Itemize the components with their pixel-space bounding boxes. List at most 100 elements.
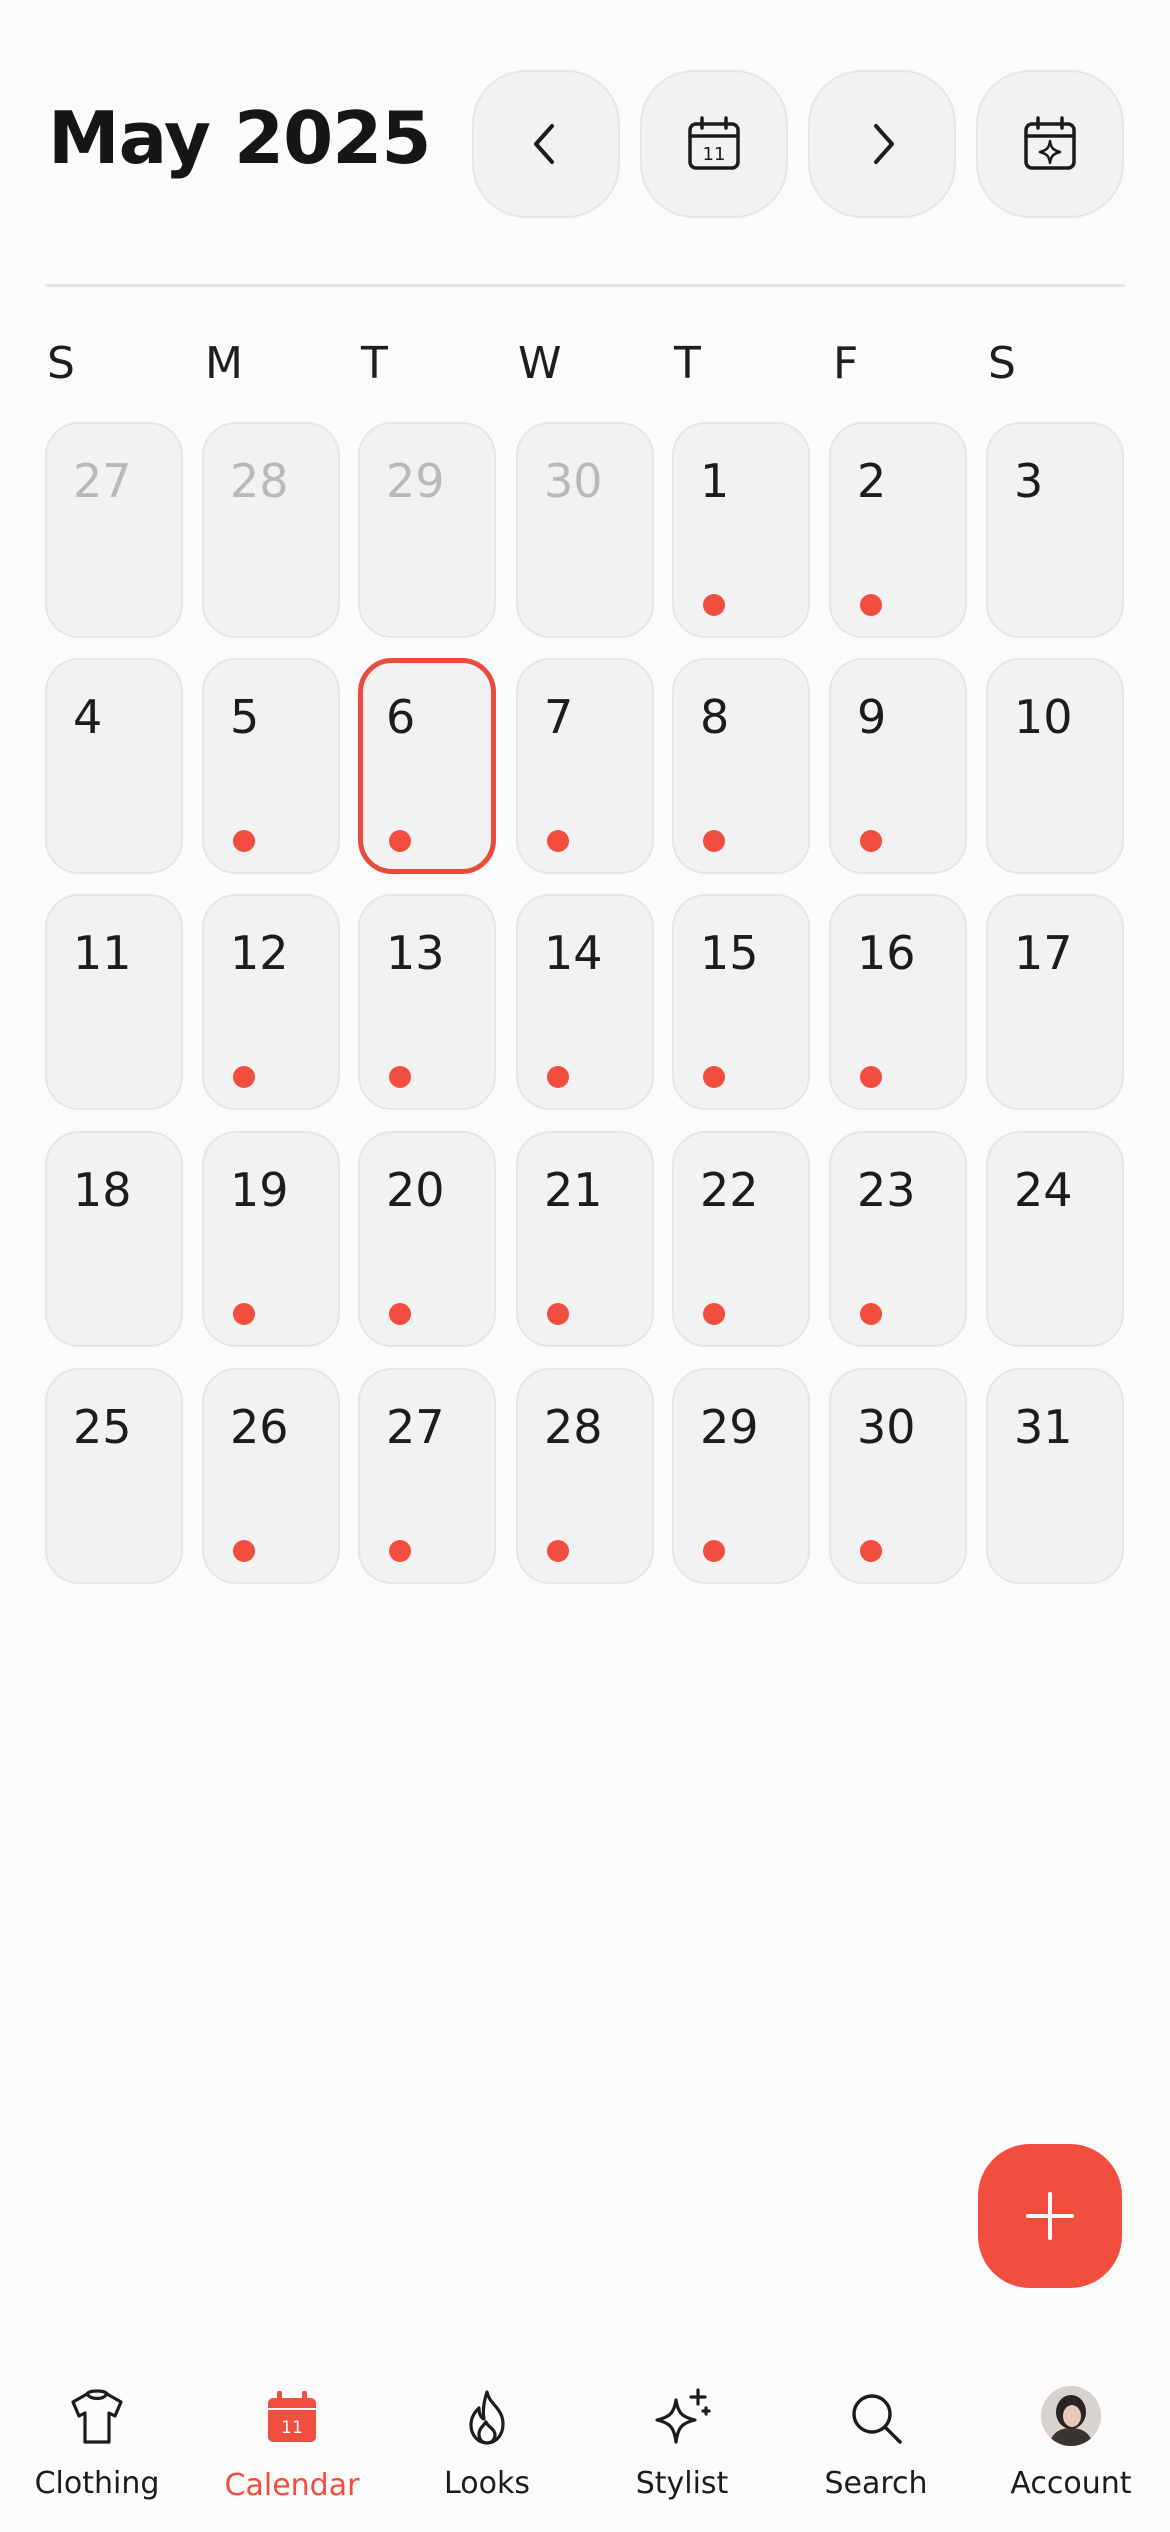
- calendar-day[interactable]: 23: [829, 1131, 967, 1347]
- calendar-day[interactable]: 17: [986, 894, 1124, 1110]
- day-number: 29: [386, 454, 445, 508]
- calendar-day[interactable]: 20: [358, 1131, 496, 1347]
- event-indicator-dot: [703, 830, 725, 852]
- today-icon-number: 11: [703, 144, 726, 165]
- event-indicator-dot: [547, 1066, 569, 1088]
- nav-item-calendar[interactable]: 11 Calendar: [202, 2380, 382, 2510]
- avatar-image: [1041, 2386, 1101, 2446]
- calendar-day[interactable]: 8: [672, 658, 810, 874]
- day-number: 3: [1014, 454, 1044, 508]
- nav-item-stylist[interactable]: Stylist: [592, 2380, 772, 2510]
- add-button[interactable]: [978, 2144, 1122, 2288]
- day-number: 16: [857, 926, 916, 980]
- nav-item-account[interactable]: Account: [981, 2380, 1161, 2510]
- day-number: 28: [230, 454, 289, 508]
- calendar-day[interactable]: 27: [358, 1368, 496, 1584]
- calendar-day[interactable]: 10: [986, 658, 1124, 874]
- event-indicator-dot: [547, 1303, 569, 1325]
- calendar-day[interactable]: 12: [202, 894, 340, 1110]
- plus-icon: [1026, 2192, 1074, 2240]
- ai-calendar-button[interactable]: [976, 70, 1124, 218]
- calendar-day[interactable]: 22: [672, 1131, 810, 1347]
- sparkle-icon: [655, 2388, 711, 2444]
- day-number: 28: [544, 1400, 603, 1454]
- calendar-day[interactable]: 25: [45, 1368, 183, 1584]
- calendar-day[interactable]: 11: [45, 894, 183, 1110]
- day-number: 14: [544, 926, 603, 980]
- day-number: 1: [700, 454, 730, 508]
- calendar-day[interactable]: 27: [45, 422, 183, 638]
- calendar-day[interactable]: 9: [829, 658, 967, 874]
- day-number: 27: [386, 1400, 445, 1454]
- calendar-day[interactable]: 28: [202, 422, 340, 638]
- day-number: 29: [700, 1400, 759, 1454]
- calendar-today-icon: 11: [688, 116, 740, 170]
- nav-label: Account: [1010, 2466, 1132, 2501]
- next-month-button[interactable]: [808, 70, 956, 218]
- event-indicator-dot: [860, 1303, 882, 1325]
- day-number: 27: [73, 454, 132, 508]
- day-number: 22: [700, 1163, 759, 1217]
- calendar-header: May 2025 11: [0, 0, 1170, 290]
- calendar-day[interactable]: 28: [516, 1368, 654, 1584]
- calendar-day-selected[interactable]: 6: [358, 658, 496, 874]
- day-number: 12: [230, 926, 289, 980]
- calendar-day[interactable]: 15: [672, 894, 810, 1110]
- calendar-day[interactable]: 19: [202, 1131, 340, 1347]
- weekday-label: S: [47, 338, 75, 389]
- calendar-day[interactable]: 21: [516, 1131, 654, 1347]
- event-indicator-dot: [860, 830, 882, 852]
- calendar-day[interactable]: 29: [358, 422, 496, 638]
- calendar-day[interactable]: 30: [516, 422, 654, 638]
- day-number: 24: [1014, 1163, 1073, 1217]
- bottom-navigation: Clothing 11 Calendar Looks Stylist Searc…: [0, 2360, 1170, 2532]
- day-number: 13: [386, 926, 445, 980]
- event-indicator-dot: [389, 1540, 411, 1562]
- nav-item-looks[interactable]: Looks: [397, 2380, 577, 2510]
- calendar-day[interactable]: 16: [829, 894, 967, 1110]
- previous-month-button[interactable]: [472, 70, 620, 218]
- calendar-day[interactable]: 1: [672, 422, 810, 638]
- nav-item-clothing[interactable]: Clothing: [7, 2380, 187, 2510]
- calendar-day[interactable]: 5: [202, 658, 340, 874]
- calendar-day[interactable]: 3: [986, 422, 1124, 638]
- avatar: [1041, 2386, 1101, 2446]
- day-number: 5: [230, 690, 260, 744]
- calendar-day[interactable]: 14: [516, 894, 654, 1110]
- day-number: 23: [857, 1163, 916, 1217]
- today-button[interactable]: 11: [640, 70, 788, 218]
- event-indicator-dot: [389, 1303, 411, 1325]
- day-number: 10: [1014, 690, 1073, 744]
- month-title: May 2025: [48, 96, 431, 180]
- day-number: 7: [544, 690, 574, 744]
- calendar-day[interactable]: 18: [45, 1131, 183, 1347]
- calendar-day[interactable]: 30: [829, 1368, 967, 1584]
- chevron-left-icon: [534, 124, 554, 164]
- event-indicator-dot: [860, 1066, 882, 1088]
- calendar-day[interactable]: 4: [45, 658, 183, 874]
- day-number: 20: [386, 1163, 445, 1217]
- event-indicator-dot: [703, 1540, 725, 1562]
- weekday-label: T: [361, 338, 388, 389]
- calendar-day[interactable]: 26: [202, 1368, 340, 1584]
- calendar-day[interactable]: 7: [516, 658, 654, 874]
- weekday-label: W: [518, 338, 562, 389]
- nav-label: Stylist: [635, 2466, 729, 2501]
- nav-label: Clothing: [34, 2466, 160, 2501]
- calendar-day[interactable]: 2: [829, 422, 967, 638]
- calendar-day[interactable]: 13: [358, 894, 496, 1110]
- event-indicator-dot: [547, 1540, 569, 1562]
- weekday-label: S: [988, 338, 1016, 389]
- day-number: 8: [700, 690, 730, 744]
- calendar-day[interactable]: 29: [672, 1368, 810, 1584]
- day-number: 15: [700, 926, 759, 980]
- calendar-day[interactable]: 24: [986, 1131, 1124, 1347]
- event-indicator-dot: [703, 1066, 725, 1088]
- nav-item-search[interactable]: Search: [786, 2380, 966, 2510]
- day-number: 4: [73, 690, 103, 744]
- header-divider: [45, 284, 1125, 287]
- day-number: 6: [386, 690, 416, 744]
- event-indicator-dot: [860, 1540, 882, 1562]
- weekday-label: M: [205, 338, 243, 389]
- calendar-day[interactable]: 31: [986, 1368, 1124, 1584]
